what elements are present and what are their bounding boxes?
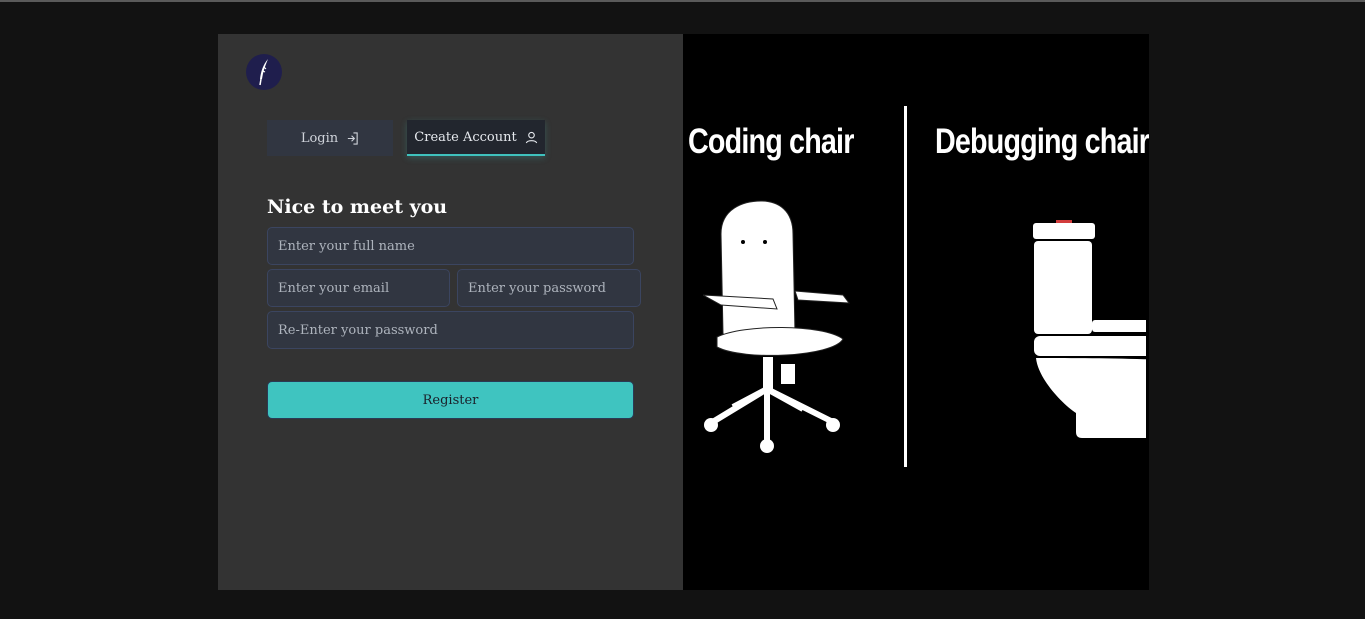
debugging-chair-caption: Debugging chair [935,122,1149,161]
tab-login-label: Login [300,130,339,146]
reenter-password-input[interactable] [267,311,634,349]
form-heading: Nice to meet you [267,196,448,218]
tab-create-account-label: Create Account [414,129,517,145]
tab-login[interactable]: Login [267,120,393,156]
form-panel: Login Create Account Nice to meet you Re… [218,34,683,590]
full-name-input[interactable] [267,227,634,265]
login-arrow-icon [348,131,358,145]
meme-image-panel: Coding chair Debugging chair [683,34,1149,590]
auth-card: Login Create Account Nice to meet you Re… [218,34,1149,590]
meme-divider [904,106,907,467]
window-top-border [0,0,1365,2]
register-button[interactable]: Register [267,381,634,419]
user-icon [525,131,537,143]
office-chair-icon [703,200,851,453]
quill-pen-icon[interactable] [246,54,282,90]
coding-chair-caption: Coding chair [688,122,854,161]
toilet-icon [1033,220,1146,438]
password-input[interactable] [457,269,641,307]
tab-create-account[interactable]: Create Account [407,120,545,156]
email-input[interactable] [267,269,450,307]
